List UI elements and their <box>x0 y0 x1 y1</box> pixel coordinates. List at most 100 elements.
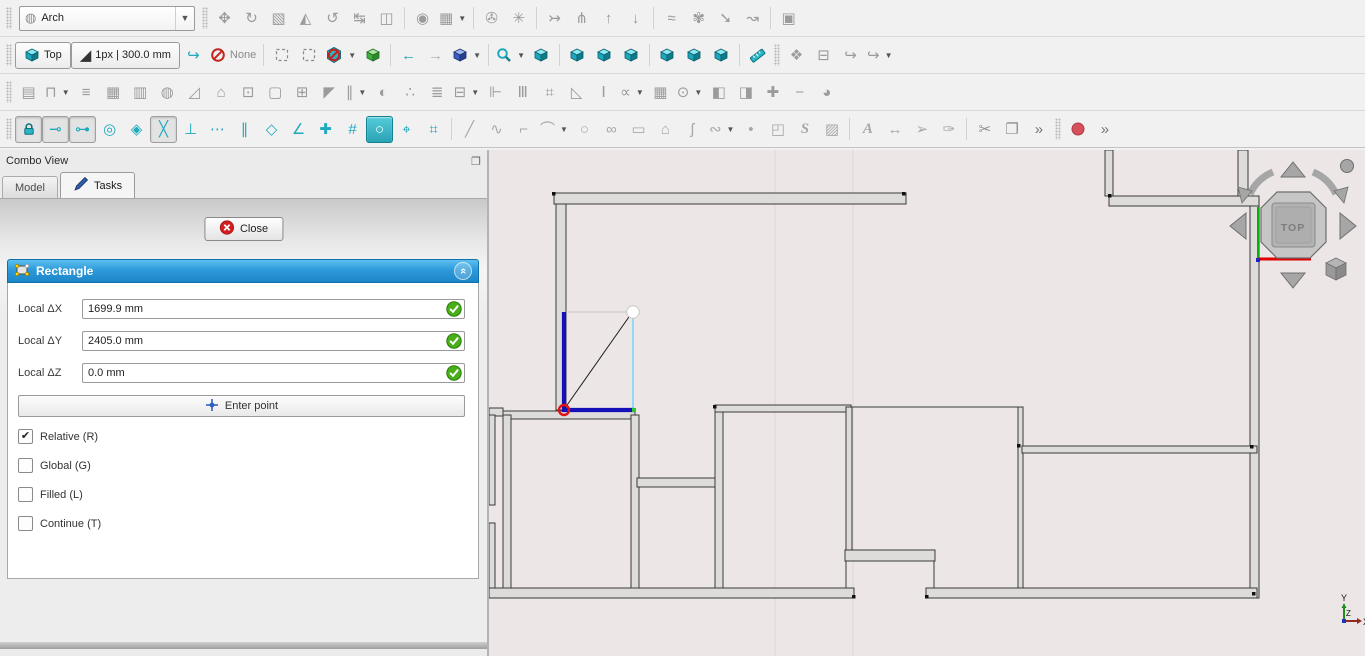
toggle-grid-button[interactable]: ⌗ <box>420 116 447 143</box>
snap-angle-button[interactable]: ◈ <box>123 116 150 143</box>
flip-dimension-button[interactable]: ↝ <box>739 5 766 32</box>
view-left-button[interactable] <box>708 42 735 69</box>
downgrade-button[interactable]: ↓ <box>622 5 649 32</box>
draft-bezier-button[interactable]: ∾ ▼ <box>706 116 738 143</box>
shape-view-button[interactable]: ❖ <box>783 42 810 69</box>
draft-label-button[interactable]: ➢ <box>908 116 935 143</box>
chevron-down-icon[interactable]: ▼ <box>636 88 644 97</box>
join-button[interactable]: ↣ <box>541 5 568 32</box>
snap-near-button[interactable]: ∠ <box>285 116 312 143</box>
checkbox-continue[interactable]: Continue (T) <box>18 516 465 531</box>
trimex-button[interactable]: ↹ <box>346 5 373 32</box>
active-style-button[interactable]: None <box>207 42 259 69</box>
local-dx-input[interactable] <box>82 299 465 319</box>
collapse-chevron-icon[interactable]: « <box>454 262 472 280</box>
snap-intersection-button[interactable]: ╳ <box>150 115 177 143</box>
draft-fillet-button[interactable]: ⌐ <box>510 116 537 143</box>
arch-remove-button[interactable]: − <box>786 79 813 106</box>
toolbar-grip[interactable] <box>6 7 12 29</box>
arch-survey-button[interactable]: ◕ <box>813 79 840 106</box>
chevron-down-icon[interactable]: ▼ <box>471 88 479 97</box>
chevron-down-icon[interactable]: ▼ <box>517 51 525 60</box>
filled-checkbox[interactable] <box>18 487 33 502</box>
snap-working-plane-button[interactable]: ○ <box>366 115 393 143</box>
tab-model[interactable]: Model <box>2 176 58 198</box>
folder-button[interactable]: ⊟ <box>810 42 837 69</box>
toolbar-grip[interactable] <box>6 44 12 66</box>
nav-forward-button[interactable]: → <box>422 42 449 69</box>
toolbar-overflow-button[interactable]: » <box>1025 116 1052 143</box>
snap-ortho-button[interactable]: ✚ <box>312 116 339 143</box>
box-element-selection-button[interactable] <box>295 42 322 69</box>
draft-arc-button[interactable]: ⌒ ▼ <box>537 116 571 143</box>
arch-cutline-button[interactable]: ◨ <box>732 79 759 106</box>
snap-special-button[interactable]: ◇ <box>258 116 285 143</box>
arch-frame-button[interactable]: Ⅲ <box>509 79 536 106</box>
macro-record-button[interactable] <box>1064 116 1091 143</box>
arch-equipment-button[interactable]: ⊩ <box>482 79 509 106</box>
share-view-button[interactable]: ↪ <box>837 42 864 69</box>
tab-tasks[interactable]: Tasks <box>59 172 136 198</box>
arch-site-button[interactable]: ∴ <box>397 79 424 106</box>
fit-all-button[interactable] <box>528 42 555 69</box>
draft-rectangle-button[interactable]: ▭ <box>625 116 652 143</box>
draft-ellipse-button[interactable]: ∞ <box>598 116 625 143</box>
local-dz-input[interactable] <box>82 363 465 383</box>
snap-dimensions-button[interactable]: # <box>339 116 366 143</box>
view-right-button[interactable] <box>618 42 645 69</box>
chevron-down-icon[interactable]: ▼ <box>62 88 70 97</box>
copy-button[interactable]: ❐ <box>998 116 1025 143</box>
shape-2d-view-button[interactable]: ✾ <box>685 5 712 32</box>
arch-add-button[interactable]: ✚ <box>759 79 786 106</box>
arch-structure-button[interactable]: ⊓ ▼ <box>42 79 73 106</box>
relative-checkbox[interactable]: ✔ <box>18 429 33 444</box>
chevron-down-icon[interactable]: ▼ <box>560 125 568 134</box>
close-button[interactable]: Close <box>203 217 284 241</box>
snap-parallel-button[interactable]: ∥ <box>231 116 258 143</box>
arch-material-button[interactable]: ∝ ▼ <box>617 79 647 106</box>
draft-circle-button[interactable]: ○ <box>571 116 598 143</box>
arch-dome-button[interactable]: ◍ <box>154 79 181 106</box>
arch-fence-button[interactable]: ⌗ <box>536 79 563 106</box>
box-selection-button[interactable] <box>268 42 295 69</box>
checkbox-filled[interactable]: Filled (L) <box>18 487 465 502</box>
arch-space-button[interactable]: ▢ <box>262 79 289 106</box>
snap-extension-button[interactable]: ⋯ <box>204 116 231 143</box>
draft-point-button[interactable]: • <box>737 116 764 143</box>
toolbar-grip[interactable] <box>6 81 12 103</box>
path-array-button[interactable]: ✳ <box>505 5 532 32</box>
chevron-down-icon[interactable]: ▼ <box>348 51 356 60</box>
arch-section-sheet-button[interactable]: ⊡ <box>235 79 262 106</box>
draft-facebinder-button[interactable]: ◰ <box>764 116 791 143</box>
draft-shapestring-button[interactable]: S <box>791 116 818 143</box>
toolbar-grip[interactable] <box>1055 118 1062 140</box>
toolbar-grip[interactable] <box>6 118 12 140</box>
toggle-clipping-button[interactable]: ▼ <box>322 42 359 69</box>
chevron-down-icon[interactable]: ▼ <box>473 51 481 60</box>
zoom-button[interactable]: ▼ <box>493 42 528 69</box>
draft-text-button[interactable]: A <box>854 116 881 143</box>
offset-button[interactable]: ↺ <box>319 5 346 32</box>
arch-pipe-button[interactable]: ⊙ ▼ <box>674 79 706 106</box>
chevron-down-icon[interactable]: ▼ <box>458 14 466 23</box>
arch-shelter-button[interactable]: ◤ <box>316 79 343 106</box>
snap-endpoint-button[interactable]: ⊸ <box>42 115 69 143</box>
draft-bspline-button[interactable]: ʃ <box>679 116 706 143</box>
rotate-button[interactable]: ↻ <box>238 5 265 32</box>
stretch-button[interactable]: ◫ <box>373 5 400 32</box>
arch-curtain-wall-button[interactable]: ▦ <box>100 79 127 106</box>
view-bottom-button[interactable] <box>681 42 708 69</box>
viewport-3d[interactable]: TOPYXZ <box>488 149 1365 656</box>
draft-scale-indicator-button[interactable]: ⌖ <box>393 116 420 143</box>
measure-button[interactable] <box>744 42 771 69</box>
checkbox-relative[interactable]: ✔ Relative (R) <box>18 429 465 444</box>
draft-line-button[interactable]: ╱ <box>456 116 483 143</box>
annotation-styles-button[interactable]: ✑ <box>935 116 962 143</box>
task-section-header[interactable]: Rectangle « <box>7 259 479 283</box>
link-navigate-button[interactable]: ▼ <box>449 42 484 69</box>
arch-rebar-button[interactable]: ≡ <box>73 79 100 106</box>
chevron-down-icon[interactable]: ▼ <box>358 88 366 97</box>
arch-slab-button[interactable]: ◿ <box>181 79 208 106</box>
working-plane-top-button[interactable]: Top <box>15 41 71 69</box>
draft-polyline-button[interactable]: ∿ <box>483 116 510 143</box>
